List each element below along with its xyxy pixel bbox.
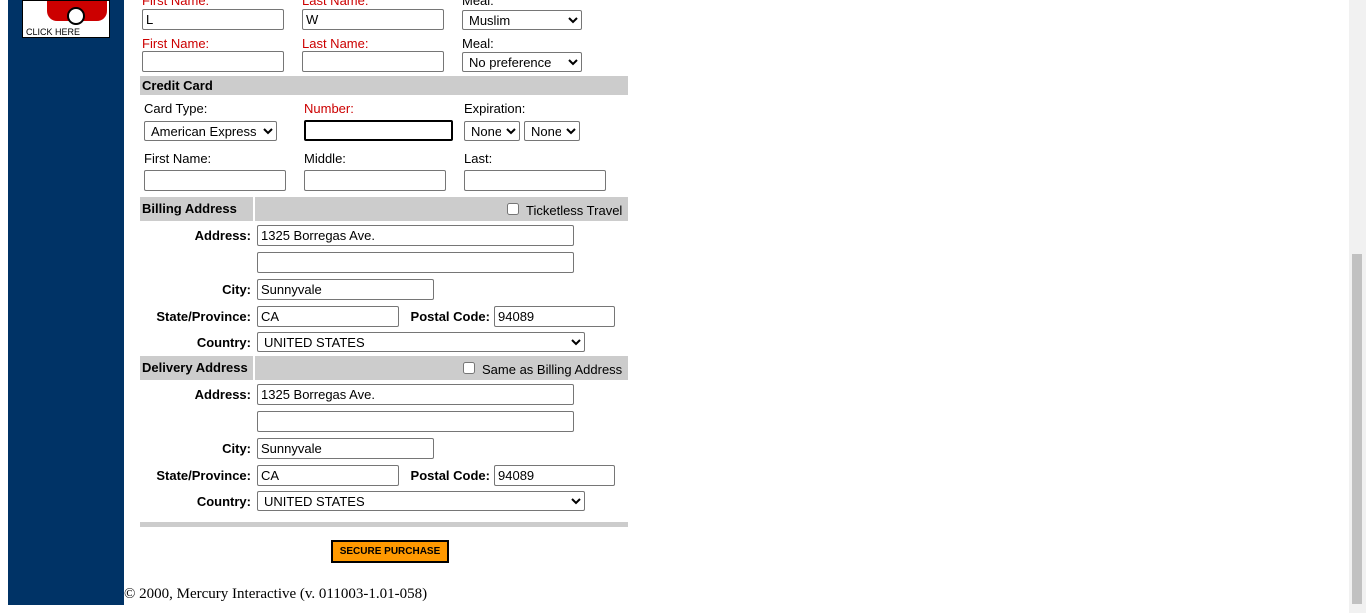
delivery-address1-input[interactable] — [257, 384, 574, 405]
billing-state-label: State/Province: — [156, 309, 251, 324]
billing-country-select[interactable]: UNITED STATES — [257, 332, 585, 352]
same-as-billing-label: Same as Billing Address — [482, 362, 623, 377]
passenger1-last-name-input[interactable] — [302, 9, 444, 30]
passenger2-last-label: Last Name: — [302, 36, 369, 51]
cc-last-name-input[interactable] — [464, 170, 606, 191]
card-type-label: Card Type: — [144, 101, 208, 116]
billing-city-label: City: — [222, 282, 251, 297]
credit-card-title: Credit Card — [142, 78, 213, 93]
card-type-select[interactable]: American Express — [144, 121, 277, 141]
billing-address2-input[interactable] — [257, 252, 574, 273]
ad-banner[interactable]: CLICK HERE — [22, 0, 110, 38]
passenger1-meal-label: Meal: — [462, 0, 494, 8]
expiration-label: Expiration: — [464, 101, 526, 116]
passenger2-meal-label: Meal: — [462, 36, 494, 51]
cc-middle-name-input[interactable] — [304, 170, 446, 191]
ad-text: CLICK HERE — [26, 27, 81, 37]
billing-country-label: Country: — [196, 335, 251, 350]
scrollbar-thumb[interactable] — [1352, 254, 1362, 604]
passenger1-last-label: Last Name: — [302, 0, 369, 8]
billing-postal-label: Postal Code: — [410, 309, 490, 324]
delivery-state-input[interactable] — [257, 465, 399, 486]
delivery-address-label: Address: — [194, 387, 251, 402]
passenger1-first-name-input[interactable] — [142, 9, 284, 30]
delivery-city-input[interactable] — [257, 438, 434, 459]
expiration-year-select[interactable]: None — [524, 121, 580, 141]
delivery-country-label: Country: — [196, 494, 251, 509]
delivery-postal-input[interactable] — [494, 465, 615, 486]
billing-address1-input[interactable] — [257, 225, 574, 246]
passenger1-meal-select[interactable]: Muslim — [462, 10, 582, 30]
passenger2-first-name-input[interactable] — [142, 51, 284, 72]
ticketless-travel-checkbox[interactable] — [507, 203, 519, 215]
cc-middle-name-label: Middle: — [304, 151, 346, 166]
copyright-footer: © 2000, Mercury Interactive (v. 011003-1… — [124, 586, 428, 602]
cc-last-name-label: Last: — [464, 151, 493, 166]
same-as-billing-checkbox[interactable] — [463, 362, 475, 374]
passenger2-meal-select[interactable]: No preference — [462, 52, 582, 72]
credit-card-header — [140, 76, 628, 95]
wheel-icon — [67, 7, 85, 25]
passenger2-first-label: First Name: — [142, 36, 210, 51]
expiration-month-select[interactable]: None — [464, 121, 520, 141]
delivery-country-select[interactable]: UNITED STATES — [257, 491, 585, 511]
delivery-postal-label: Postal Code: — [410, 468, 490, 483]
passenger1-first-label: First Name: — [142, 0, 210, 8]
left-sidebar — [8, 0, 124, 605]
billing-address-title: Billing Address — [142, 201, 237, 216]
billing-city-input[interactable] — [257, 279, 434, 300]
cc-first-name-label: First Name: — [144, 151, 212, 166]
delivery-address2-input[interactable] — [257, 411, 574, 432]
billing-postal-input[interactable] — [494, 306, 615, 327]
secure-purchase-button[interactable]: SECURE PURCHASE — [331, 540, 449, 563]
delivery-city-label: City: — [222, 441, 251, 456]
delivery-address-title: Delivery Address — [142, 360, 248, 375]
cc-first-name-input[interactable] — [144, 170, 286, 191]
card-number-input[interactable] — [304, 120, 453, 141]
billing-state-input[interactable] — [257, 306, 399, 327]
delivery-state-label: State/Province: — [156, 468, 251, 483]
ticketless-travel-label: Ticketless Travel — [526, 203, 623, 218]
card-number-label: Number: — [304, 101, 354, 116]
passenger2-last-name-input[interactable] — [302, 51, 444, 72]
billing-address-label: Address: — [194, 228, 251, 243]
section-divider — [140, 522, 628, 527]
